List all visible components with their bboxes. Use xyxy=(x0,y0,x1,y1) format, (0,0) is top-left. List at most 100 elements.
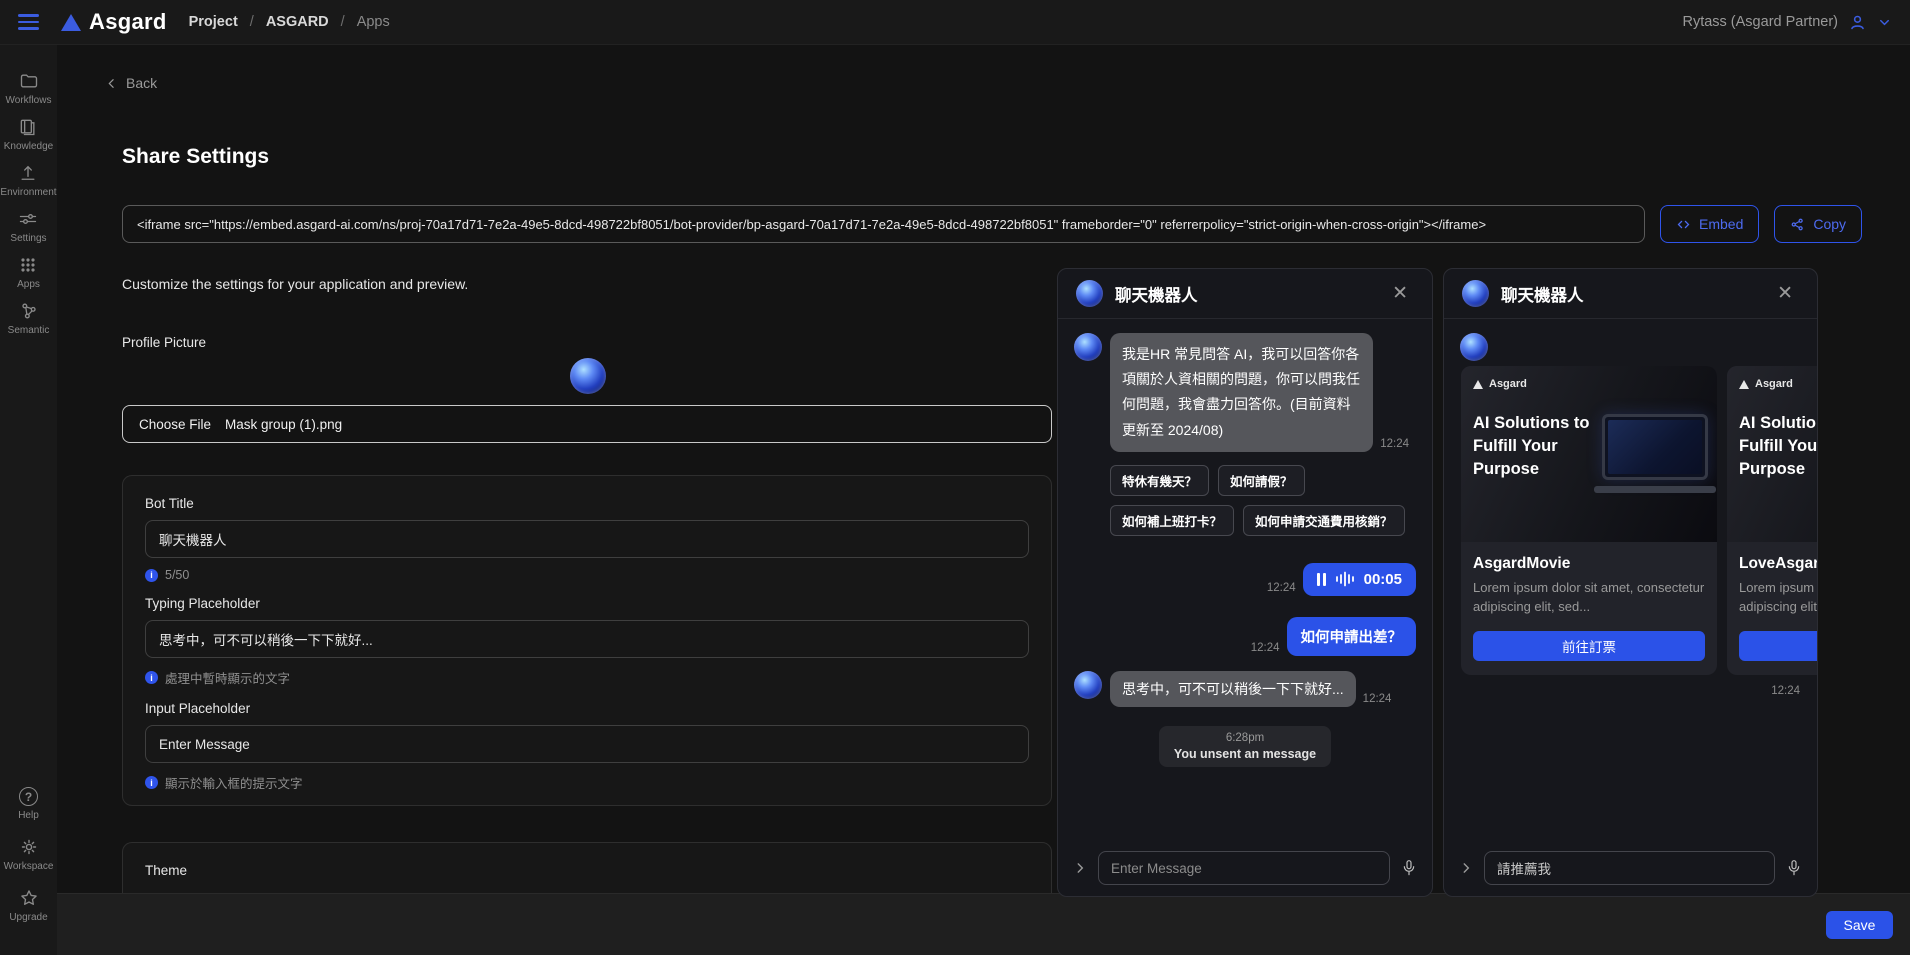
message-time: 12:24 xyxy=(1251,642,1280,654)
bot-message-bubble: 我是HR 常見問答 AI，我可以回答你各項關於人資相關的問題，你可以問我任何問題… xyxy=(1110,333,1373,452)
laptop-base-graphic xyxy=(1594,486,1716,493)
embed-row: Embed Copy xyxy=(122,205,1862,243)
breadcrumb-separator: / xyxy=(341,14,345,30)
promo-card-loveasgard[interactable]: Asgard AI Solutions to Fulfill Your Purp… xyxy=(1727,366,1817,675)
share-icon xyxy=(1790,217,1805,232)
sidebar-item-workflows[interactable]: Workflows xyxy=(6,71,52,106)
promo-card-asgardmovie[interactable]: Asgard AI Solutions to Fulfill Your Purp… xyxy=(1461,366,1717,675)
brand-logo[interactable]: Asgard xyxy=(61,9,167,35)
brand-label: Asgard xyxy=(1755,378,1793,390)
copy-button-label: Copy xyxy=(1813,216,1846,232)
promo-card-title: LoveAsgard xyxy=(1739,555,1817,573)
back-button[interactable]: Back xyxy=(105,75,157,91)
sidebar-item-help[interactable]: ? Help xyxy=(4,787,54,821)
message-time: 12:24 xyxy=(1363,693,1392,705)
promo-headline: AI Solutions to Fulfill Your Purpose xyxy=(1739,412,1817,481)
sidebar-item-environment[interactable]: Environment xyxy=(0,163,56,198)
close-icon[interactable]: ✕ xyxy=(1392,284,1414,303)
embed-button-label: Embed xyxy=(1699,216,1743,232)
promo-card-button[interactable]: 前往訂票 xyxy=(1473,631,1705,661)
input-placeholder-input[interactable] xyxy=(145,725,1029,763)
profile-file-input[interactable]: Choose File Mask group (1).png xyxy=(122,405,1052,443)
user-icon xyxy=(1848,13,1867,32)
save-button[interactable]: Save xyxy=(1826,911,1893,939)
mic-icon[interactable] xyxy=(1401,859,1417,877)
breadcrumb-project[interactable]: Project xyxy=(189,14,238,30)
chat-preview-panel-2: 聊天機器人 ✕ Asgard AI Solutions to Fulfill Y… xyxy=(1443,268,1818,897)
chat2-title: 聊天機器人 xyxy=(1501,282,1584,306)
sidebar-item-apps[interactable]: Apps xyxy=(17,255,40,290)
promo-card-body: Lorem ipsum dolor sit amet, consectetur … xyxy=(1739,579,1817,618)
quick-reply-chip[interactable]: 如何申請交通費用核銷？ xyxy=(1243,505,1405,536)
gear-icon xyxy=(19,837,39,857)
file-name: Mask group (1).png xyxy=(225,417,342,432)
pause-icon[interactable] xyxy=(1317,573,1326,586)
copy-button[interactable]: Copy xyxy=(1774,205,1862,243)
quick-reply-row: 特休有幾天？ 如何請假？ xyxy=(1110,465,1416,496)
user-message-row: 12:24 如何申請出差？ xyxy=(1074,617,1416,656)
user-message-bubble: 如何申請出差？ xyxy=(1287,617,1417,656)
chat-preview-panel-1: 聊天機器人 ✕ 我是HR 常見問答 AI，我可以回答你各項關於人資相關的問題，你… xyxy=(1057,268,1433,897)
mic-icon[interactable] xyxy=(1786,859,1802,877)
bot-avatar xyxy=(1074,333,1102,361)
promo-card-image: Asgard AI Solutions to Fulfill Your Purp… xyxy=(1727,366,1817,542)
embed-code-input[interactable] xyxy=(122,205,1645,243)
theme-card: Theme xyxy=(122,842,1052,893)
code-icon xyxy=(1676,217,1691,232)
typing-placeholder-label: Typing Placeholder xyxy=(145,596,1029,611)
promo-card-image: Asgard AI Solutions to Fulfill Your Purp… xyxy=(1461,366,1717,542)
sidebar-item-settings[interactable]: Settings xyxy=(10,209,46,244)
bot-title-hint-row: i 5/50 xyxy=(145,568,1029,582)
voice-message-bubble[interactable]: 00:05 xyxy=(1303,563,1416,596)
chat2-message-input[interactable] xyxy=(1484,851,1775,885)
choose-file-label[interactable]: Choose File xyxy=(139,417,211,432)
folder-icon xyxy=(19,71,39,91)
sidebar-item-upgrade[interactable]: Upgrade xyxy=(4,888,54,923)
embed-button[interactable]: Embed xyxy=(1660,205,1759,243)
chevron-right-icon[interactable] xyxy=(1459,861,1473,875)
sidebar-item-workspace[interactable]: Workspace xyxy=(4,837,54,872)
sidebar-label: Semantic xyxy=(8,325,50,336)
breadcrumb-page: Apps xyxy=(357,14,390,30)
upload-icon xyxy=(18,163,38,183)
footer-bar: Save xyxy=(57,893,1910,955)
quick-reply-row: 如何補上班打卡？ 如何申請交通費用核銷？ xyxy=(1110,505,1416,536)
sidebar-label: Environment xyxy=(0,187,56,198)
sidebar-item-semantic[interactable]: Semantic xyxy=(8,301,50,336)
bot-title-input[interactable] xyxy=(145,520,1029,558)
typing-placeholder-hint: 處理中暫時顯示的文字 xyxy=(165,668,290,687)
quick-reply-chip[interactable]: 特休有幾天？ xyxy=(1110,465,1209,496)
brand-label: Asgard xyxy=(1489,378,1527,390)
system-message: 6:28pm You unsent an message xyxy=(1159,726,1331,767)
chat1-messages: 我是HR 常見問答 AI，我可以回答你各項關於人資相關的問題，你可以問我任何問題… xyxy=(1058,319,1432,840)
close-icon[interactable]: ✕ xyxy=(1777,284,1799,303)
promo-card-button[interactable]: 前往訂票 xyxy=(1739,631,1817,661)
top-bar: Asgard Project / ASGARD / Apps Rytass (A… xyxy=(0,0,1910,45)
sliders-icon xyxy=(18,209,38,229)
chevron-right-icon[interactable] xyxy=(1073,861,1087,875)
breadcrumb-app[interactable]: ASGARD xyxy=(266,14,329,30)
menu-icon[interactable] xyxy=(18,14,39,30)
typing-placeholder-input[interactable] xyxy=(145,620,1029,658)
bot-avatar xyxy=(1462,280,1489,307)
quick-reply-chip[interactable]: 如何請假？ xyxy=(1218,465,1305,496)
bot-title-hint: 5/50 xyxy=(165,568,189,582)
voice-duration: 00:05 xyxy=(1364,571,1402,588)
chat1-message-input[interactable] xyxy=(1098,851,1390,885)
account-name: Rytass (Asgard Partner) xyxy=(1682,14,1838,30)
promo-card-title: AsgardMovie xyxy=(1473,555,1705,573)
profile-picture-preview xyxy=(570,358,606,394)
chevron-down-icon[interactable] xyxy=(1877,15,1892,30)
triangle-logo-icon xyxy=(61,14,81,31)
triangle-logo-icon xyxy=(1739,380,1749,389)
bot-settings-card: Bot Title i 5/50 Typing Placeholder i 處理… xyxy=(122,475,1052,806)
sidebar-item-knowledge[interactable]: Knowledge xyxy=(4,117,53,152)
message-time: 12:24 xyxy=(1267,582,1296,594)
settings-subtitle: Customize the settings for your applicat… xyxy=(122,276,468,292)
account-menu[interactable]: Rytass (Asgard Partner) xyxy=(1682,13,1892,32)
info-icon: i xyxy=(145,776,158,789)
bot-avatar xyxy=(1460,333,1488,361)
triangle-logo-icon xyxy=(1473,380,1483,389)
quick-reply-chip[interactable]: 如何補上班打卡？ xyxy=(1110,505,1234,536)
input-placeholder-label: Input Placeholder xyxy=(145,701,1029,716)
